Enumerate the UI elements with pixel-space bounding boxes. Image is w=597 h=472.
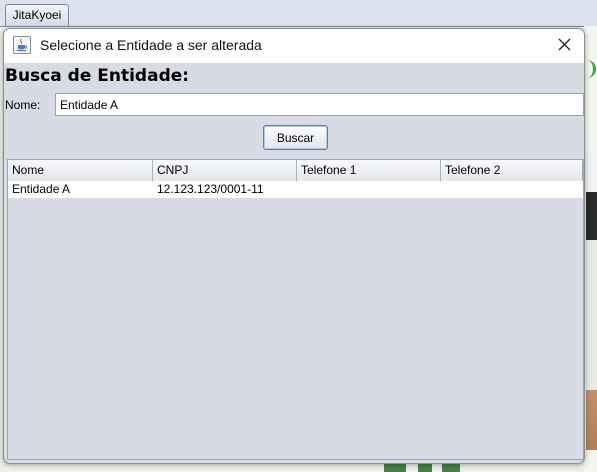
results-table[interactable]: Nome CNPJ Telefone 1 Telefone 2 Entidade… — [7, 159, 584, 460]
column-header-nome[interactable]: Nome — [8, 160, 153, 181]
table-header: Nome CNPJ Telefone 1 Telefone 2 — [8, 160, 583, 182]
background-window-bar: JitaKyoei — [0, 0, 597, 27]
cell-cnpj: 12.123.123/0001-11 — [157, 182, 264, 196]
dialog-titlebar[interactable]: Selecione a Entidade a ser alterada — [4, 29, 584, 63]
java-cup-icon — [13, 36, 31, 54]
search-heading: Busca de Entidade: — [5, 66, 190, 86]
close-icon — [558, 38, 571, 51]
name-input[interactable] — [55, 93, 584, 116]
name-label: Nome: — [5, 98, 41, 112]
column-header-cnpj[interactable]: CNPJ — [153, 160, 297, 181]
background-tab[interactable]: JitaKyoei — [5, 4, 69, 26]
cell-telefone-2 — [441, 181, 583, 198]
background-illustration — [586, 150, 597, 450]
column-header-telefone-2[interactable]: Telefone 2 — [441, 160, 583, 181]
cell-nome: Entidade A — [12, 182, 71, 196]
cell-telefone-1 — [297, 181, 441, 198]
entity-selection-dialog: Selecione a Entidade a ser alterada Busc… — [3, 28, 585, 464]
dialog-title: Selecione a Entidade a ser alterada — [40, 37, 262, 53]
close-button[interactable] — [544, 29, 584, 61]
search-button[interactable]: Buscar — [263, 125, 328, 150]
column-header-telefone-1[interactable]: Telefone 1 — [297, 160, 441, 181]
table-row[interactable]: Entidade A 12.123.123/0001-11 — [8, 181, 583, 198]
